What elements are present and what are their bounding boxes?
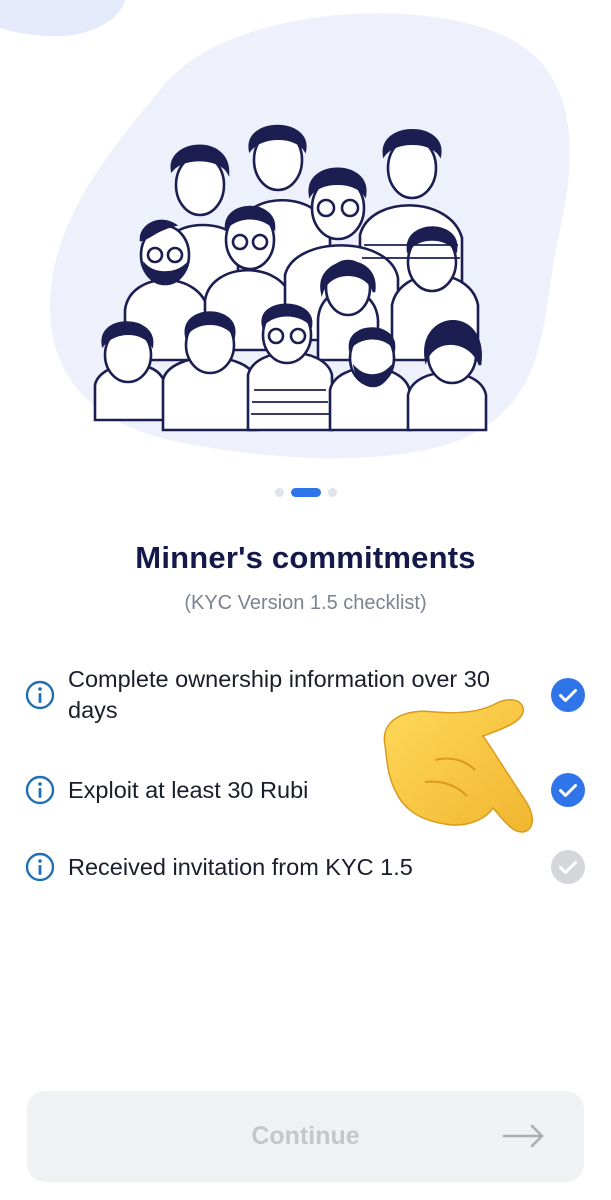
page-title: Minner's commitments — [135, 540, 476, 575]
pointing-hand-emoji — [383, 699, 533, 833]
check-circle-icon — [551, 773, 585, 807]
page-subtitle: (KYC Version 1.5 checklist) — [184, 592, 427, 614]
arrow-right-icon — [502, 1124, 544, 1148]
check-circle-pending-icon — [551, 850, 585, 884]
corner-decoration — [0, 0, 125, 37]
onboarding-screen: Minner's commitments (KYC Version 1.5 ch… — [0, 0, 611, 1200]
page-indicator — [0, 488, 611, 497]
checklist-item-label: Received invitation from KYC 1.5 — [68, 853, 413, 880]
page-dot[interactable] — [274, 488, 284, 497]
continue-button-label: Continue — [251, 1122, 360, 1150]
checklist-item: Received invitation from KYC 1.5 — [24, 849, 586, 885]
continue-button[interactable]: Continue — [27, 1091, 584, 1182]
check-circle-icon — [551, 678, 585, 712]
info-circle-icon[interactable] — [24, 774, 56, 806]
community-illustration — [0, 0, 570, 459]
info-circle-icon[interactable] — [24, 679, 56, 711]
page-dot-active[interactable] — [290, 488, 321, 497]
page-dot[interactable] — [327, 488, 337, 497]
info-circle-icon[interactable] — [24, 851, 56, 883]
